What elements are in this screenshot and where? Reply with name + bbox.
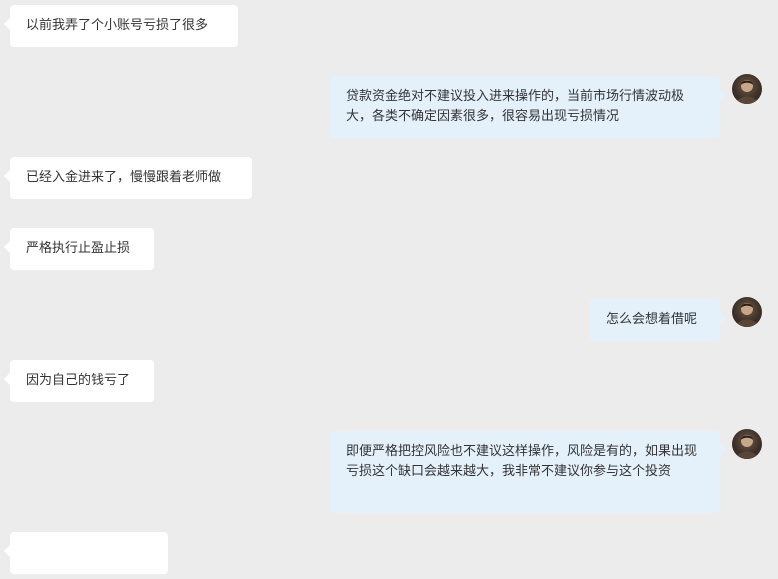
message-text: 严格执行止盈止损 bbox=[26, 241, 131, 256]
received-message-bubble[interactable]: 因为自己的钱亏了 bbox=[4, 360, 154, 402]
message-text: 即便严格把控风险也不建议这样操作，风险是有的，如果出现亏损这个缺口会越来越大，我… bbox=[346, 444, 698, 479]
message-text: 已经入金进来了，慢慢跟着老师做 bbox=[26, 170, 222, 185]
message-text: 怎么会想着借呢 bbox=[606, 312, 698, 327]
sent-message-bubble[interactable]: 贷款资金绝对不建议投入进来操作的，当前市场行情波动极大，各类不确定因素很多，很容… bbox=[330, 76, 726, 138]
user-avatar[interactable] bbox=[732, 74, 762, 104]
person-icon bbox=[736, 303, 758, 327]
sent-message-bubble[interactable]: 怎么会想着借呢 bbox=[590, 299, 726, 341]
received-message-bubble[interactable]: 严格执行止盈止损 bbox=[4, 228, 154, 270]
person-icon bbox=[736, 80, 758, 104]
sent-message-bubble[interactable]: 即便严格把控风险也不建议这样操作，风险是有的，如果出现亏损这个缺口会越来越大，我… bbox=[330, 431, 726, 513]
received-message-bubble[interactable]: 已经入金进来了，慢慢跟着老师做 bbox=[4, 157, 252, 199]
received-message-bubble[interactable] bbox=[4, 532, 168, 574]
message-text: 以前我弄了个小账号亏损了很多 bbox=[26, 18, 209, 33]
message-text: 因为自己的钱亏了 bbox=[26, 373, 131, 388]
user-avatar[interactable] bbox=[732, 429, 762, 459]
received-message-bubble[interactable]: 以前我弄了个小账号亏损了很多 bbox=[4, 5, 238, 47]
person-icon bbox=[736, 435, 758, 459]
user-avatar[interactable] bbox=[732, 297, 762, 327]
message-text: 贷款资金绝对不建议投入进来操作的，当前市场行情波动极大，各类不确定因素很多，很容… bbox=[346, 89, 685, 124]
